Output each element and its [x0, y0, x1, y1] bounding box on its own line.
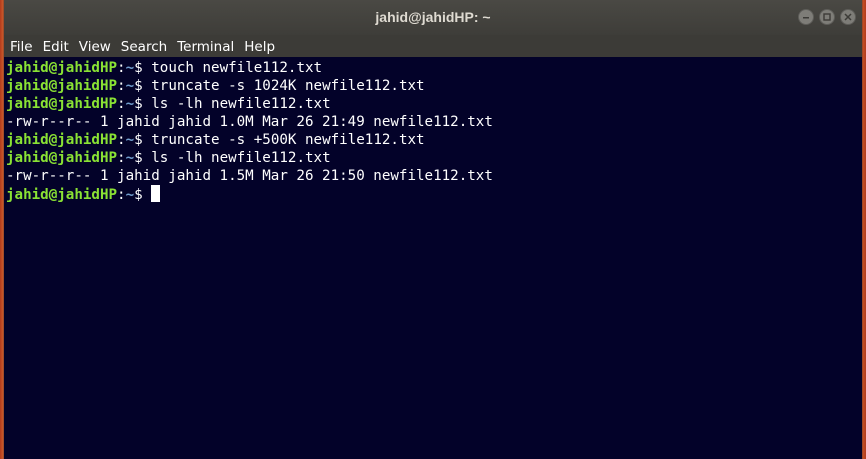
prompt-path: ~ — [125, 96, 135, 112]
terminal-scrollbar[interactable] — [854, 57, 862, 459]
maximize-icon — [823, 13, 831, 21]
window-title: jahid@jahidHP: ~ — [375, 9, 491, 25]
output-line: -rw-r--r-- 1 jahid jahid 1.5M Mar 26 21:… — [6, 167, 862, 185]
terminal-area[interactable]: jahid@jahidHP:~$ touch newfile112.txt jah… — [4, 57, 862, 459]
prompt-path: ~ — [125, 150, 135, 166]
minimize-icon — [803, 17, 809, 19]
prompt-separator: : — [117, 150, 126, 166]
command-text: touch newfile112.txt — [151, 60, 323, 76]
prompt-user-host: jahid@jahidHP — [6, 96, 118, 112]
menu-bar: File Edit View Search Terminal Help — [4, 35, 862, 57]
prompt-line: jahid@jahidHP:~$ truncate -s +500K newfi… — [6, 131, 862, 149]
prompt-symbol: $ — [134, 150, 152, 166]
prompt-symbol: $ — [134, 132, 152, 148]
prompt-user-host: jahid@jahidHP — [6, 132, 118, 148]
close-icon — [844, 13, 852, 21]
prompt-symbol: $ — [134, 187, 152, 203]
prompt-line: jahid@jahidHP:~$ — [6, 185, 862, 203]
output-text: -rw-r--r-- 1 jahid jahid 1.0M Mar 26 21:… — [6, 114, 493, 130]
command-text: truncate -s 1024K newfile112.txt — [151, 78, 425, 94]
prompt-path: ~ — [125, 132, 135, 148]
prompt-separator: : — [117, 96, 126, 112]
prompt-user-host: jahid@jahidHP — [6, 187, 118, 203]
output-line: -rw-r--r-- 1 jahid jahid 1.0M Mar 26 21:… — [6, 113, 862, 131]
output-text: -rw-r--r-- 1 jahid jahid 1.5M Mar 26 21:… — [6, 168, 493, 184]
prompt-separator: : — [117, 78, 126, 94]
menu-view[interactable]: View — [79, 38, 116, 55]
prompt-line: jahid@jahidHP:~$ ls -lh newfile112.txt — [6, 149, 862, 167]
prompt-symbol: $ — [134, 78, 152, 94]
text-cursor — [151, 185, 161, 202]
prompt-line: jahid@jahidHP:~$ truncate -s 1024K newfi… — [6, 77, 862, 95]
prompt-path: ~ — [125, 78, 135, 94]
prompt-path: ~ — [125, 187, 135, 203]
title-bar[interactable]: jahid@jahidHP: ~ — [4, 0, 862, 35]
window-controls — [798, 9, 856, 25]
terminal-output: jahid@jahidHP:~$ touch newfile112.txt jah… — [6, 59, 862, 203]
prompt-path: ~ — [125, 60, 135, 76]
prompt-user-host: jahid@jahidHP — [6, 150, 118, 166]
maximize-button[interactable] — [819, 9, 835, 25]
prompt-user-host: jahid@jahidHP — [6, 78, 118, 94]
menu-file[interactable]: File — [10, 38, 38, 55]
close-button[interactable] — [840, 9, 856, 25]
prompt-symbol: $ — [134, 96, 152, 112]
command-text: truncate -s +500K newfile112.txt — [151, 132, 425, 148]
command-text: ls -lh newfile112.txt — [151, 150, 331, 166]
terminal-window: jahid@jahidHP: ~ File Edit View Search T… — [4, 0, 862, 459]
menu-terminal[interactable]: Terminal — [177, 38, 239, 55]
command-text: ls -lh newfile112.txt — [151, 96, 331, 112]
menu-edit[interactable]: Edit — [43, 38, 74, 55]
prompt-separator: : — [117, 132, 126, 148]
menu-help[interactable]: Help — [244, 38, 280, 55]
prompt-user-host: jahid@jahidHP — [6, 60, 118, 76]
prompt-line: jahid@jahidHP:~$ ls -lh newfile112.txt — [6, 95, 862, 113]
menu-search[interactable]: Search — [121, 38, 172, 55]
prompt-line: jahid@jahidHP:~$ touch newfile112.txt — [6, 59, 862, 77]
prompt-separator: : — [117, 60, 126, 76]
prompt-symbol: $ — [134, 60, 152, 76]
minimize-button[interactable] — [798, 9, 814, 25]
prompt-separator: : — [117, 187, 126, 203]
